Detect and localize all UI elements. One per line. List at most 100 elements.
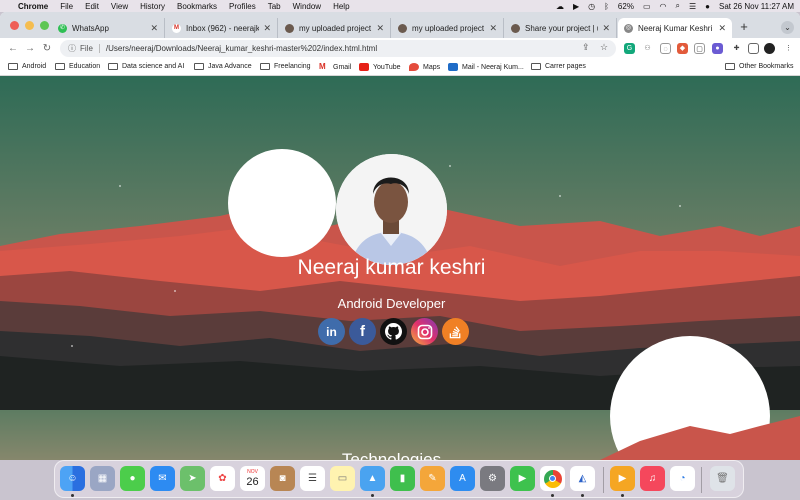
trash-icon[interactable]: 🗑 (710, 466, 735, 491)
music-icon[interactable]: ♫ (640, 466, 665, 491)
extension-icon[interactable]: ⚇ (642, 43, 653, 54)
menu-datetime[interactable]: Sat 26 Nov 11:27 AM (719, 2, 794, 11)
dock-separator (701, 467, 702, 493)
other-bookmarks[interactable]: Other Bookmarks (725, 63, 793, 70)
chrome-icon[interactable] (540, 466, 565, 491)
zoom-window-button[interactable] (40, 21, 49, 30)
keynote-icon[interactable]: ▲ (360, 466, 385, 491)
bookmark-java-advance[interactable]: Java Advance (194, 63, 252, 70)
tab-project-list-2[interactable]: my uploaded project list ✕ (392, 18, 504, 38)
extension-icon[interactable]: ▢ (694, 43, 705, 54)
reminders-icon[interactable]: ☰ (300, 466, 325, 491)
forward-icon[interactable]: → (23, 42, 37, 56)
facetime-icon[interactable]: ▶ (510, 466, 535, 491)
tab-project-list-1[interactable]: my uploaded project list ✕ (279, 18, 391, 38)
facebook-icon[interactable]: f (349, 318, 376, 345)
launchpad-icon[interactable]: ▦ (90, 466, 115, 491)
menu-window[interactable]: Window (293, 2, 321, 11)
numbers-icon[interactable]: ▮ (390, 466, 415, 491)
tab-label: my uploaded project list (412, 23, 485, 33)
puzzle-icon[interactable]: ✚ (731, 43, 742, 54)
grammarly-icon[interactable]: G (624, 43, 635, 54)
messages-icon[interactable]: ● (120, 466, 145, 491)
close-window-button[interactable] (10, 21, 19, 30)
menu-tab[interactable]: Tab (268, 2, 281, 11)
bookmark-gmail[interactable]: M Gmail (319, 63, 351, 71)
menu-app-name[interactable]: Chrome (18, 2, 48, 11)
menu-help[interactable]: Help (333, 2, 349, 11)
close-icon[interactable]: ✕ (263, 23, 271, 34)
bookmark-star-icon[interactable]: ☆ (600, 42, 608, 53)
stackoverflow-icon[interactable] (442, 318, 469, 345)
bookmark-freelancing[interactable]: Freelancing (260, 63, 311, 70)
tab-whatsapp[interactable]: ✆ WhatsApp ✕ (52, 18, 165, 38)
menu-history[interactable]: History (140, 2, 165, 11)
address-bar[interactable]: ⓘ File /Users/neeraj/Downloads/Neeraj_ku… (60, 40, 616, 57)
folder-icon (55, 63, 65, 70)
bookmark-maps[interactable]: Maps (409, 63, 440, 71)
battery-icon[interactable]: ▭ (643, 2, 651, 11)
url-text[interactable]: /Users/neeraj/Downloads/Neeraj_kumar_kes… (106, 44, 377, 53)
tab-share-project[interactable]: Share your project | uplo ✕ (505, 18, 617, 38)
close-icon[interactable]: ✕ (602, 23, 610, 34)
new-tab-button[interactable]: + (737, 20, 751, 34)
close-icon[interactable]: ✕ (489, 23, 497, 34)
close-icon[interactable]: ✕ (718, 23, 726, 34)
play-icon[interactable]: ▶ (573, 2, 579, 11)
bookmark-android[interactable]: Android (8, 63, 46, 70)
decorative-moon (228, 149, 336, 257)
clock-icon[interactable]: ◷ (588, 2, 595, 11)
control-center-icon[interactable]: ☰ (689, 2, 696, 11)
ide-icon[interactable]: ◭ (570, 466, 595, 491)
tab-search-button[interactable]: ⌄ (781, 21, 794, 34)
extension-icon[interactable]: ◌ (660, 43, 671, 54)
photos-icon[interactable]: ✿ (210, 466, 235, 491)
minimize-window-button[interactable] (25, 21, 34, 30)
siri-icon[interactable]: ● (705, 2, 710, 11)
browser-window: ✆ WhatsApp ✕ M Inbox (962) - neerajkrke … (0, 12, 800, 460)
share-icon[interactable]: ⇪ (582, 42, 590, 53)
search-icon[interactable]: ⌕ (675, 1, 679, 11)
battery-percent[interactable]: 62% (618, 2, 634, 11)
menu-view[interactable]: View (111, 2, 128, 11)
more-menu-icon[interactable]: ⋮ (783, 43, 794, 54)
back-icon[interactable]: ← (6, 42, 20, 56)
tab-neeraj-kumar-keshri[interactable]: ◎ Neeraj Kumar Keshri ✕ (618, 18, 732, 38)
tab-gmail[interactable]: M Inbox (962) - neerajkrke ✕ (166, 18, 278, 38)
notes-icon[interactable]: ▭ (330, 466, 355, 491)
sync-app-icon[interactable]: ◔ (670, 466, 695, 491)
app-store-icon[interactable]: A (450, 466, 475, 491)
bookmark-data-science[interactable]: Data science and AI (108, 63, 184, 70)
finder-icon[interactable]: ☺ (60, 466, 85, 491)
mail-icon[interactable]: ✉ (150, 466, 175, 491)
system-preferences-icon[interactable]: ⚙ (480, 466, 505, 491)
info-icon[interactable]: ⓘ (68, 43, 76, 54)
wifi-icon[interactable]: ◠ (660, 2, 667, 11)
linkedin-icon[interactable]: in (318, 318, 345, 345)
extension-icon[interactable]: ◆ (677, 43, 688, 54)
cloud-icon[interactable]: ☁ (556, 2, 564, 11)
sidebar-icon[interactable] (748, 43, 759, 54)
bookmark-education[interactable]: Education (55, 63, 100, 70)
media-player-icon[interactable]: ▶ (610, 466, 635, 491)
menu-bookmarks[interactable]: Bookmarks (177, 2, 217, 11)
pages-icon[interactable]: ✎ (420, 466, 445, 491)
bookmark-youtube[interactable]: YouTube (359, 63, 401, 71)
github-icon[interactable] (380, 318, 407, 345)
close-icon[interactable]: ✕ (376, 23, 384, 34)
close-icon[interactable]: ✕ (150, 23, 158, 34)
maps-app-icon[interactable]: ➤ (180, 466, 205, 491)
bookmark-outlook-mail[interactable]: Mail - Neeraj Kum... (448, 63, 524, 71)
bookmark-carrer-pages[interactable]: Carrer pages (531, 63, 586, 70)
extension-icon[interactable]: ● (712, 43, 723, 54)
avatar[interactable] (764, 43, 775, 54)
reload-icon[interactable]: ↻ (40, 42, 54, 56)
page-icon (398, 23, 407, 33)
bluetooth-icon[interactable]: ᛒ (604, 2, 609, 11)
instagram-icon[interactable] (411, 318, 438, 345)
calendar-icon[interactable]: NOV 26 (240, 466, 265, 491)
menu-file[interactable]: File (60, 2, 73, 11)
contacts-icon[interactable]: ◙ (270, 466, 295, 491)
menu-profiles[interactable]: Profiles (229, 2, 256, 11)
menu-edit[interactable]: Edit (85, 2, 99, 11)
